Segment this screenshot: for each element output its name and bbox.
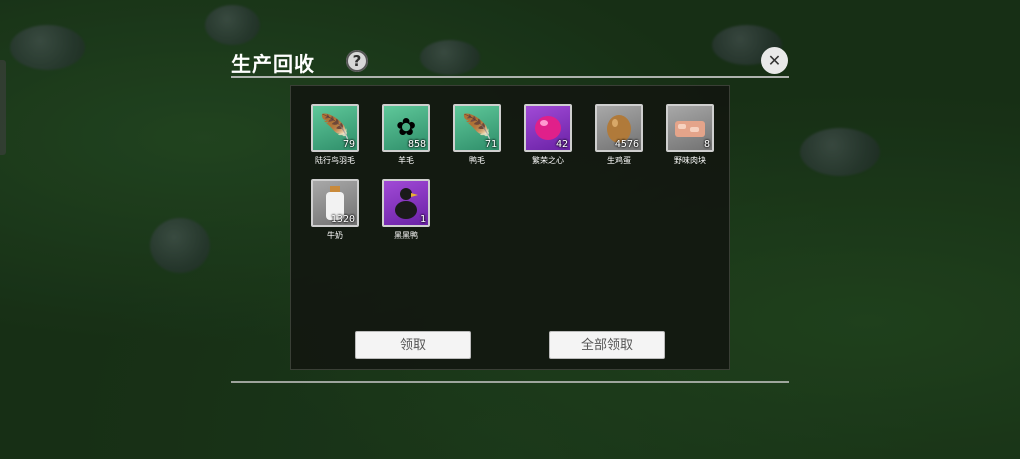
claim-all-button[interactable]: 全部领取 xyxy=(549,331,665,359)
item-slot[interactable]: 8 野味肉块 xyxy=(666,104,714,166)
footer-divider xyxy=(231,381,789,383)
item-slot[interactable]: 1320 牛奶 xyxy=(311,179,359,241)
item-quantity: 1 xyxy=(419,214,426,225)
item-quantity: 79 xyxy=(342,139,355,150)
item-slot[interactable]: 4576 生鸡蛋 xyxy=(595,104,643,166)
item-slot[interactable]: 1 黑黑鸭 xyxy=(382,179,430,241)
help-icon[interactable]: ? xyxy=(346,50,368,72)
item-slot[interactable]: ✿ 858 羊毛 xyxy=(382,104,430,166)
item-name: 黑黑鸭 xyxy=(394,231,418,240)
item-name: 鸭毛 xyxy=(469,156,485,165)
item-name: 羊毛 xyxy=(398,156,414,165)
item-name: 生鸡蛋 xyxy=(607,156,631,165)
item-quantity: 4576 xyxy=(614,139,639,150)
item-quantity: 71 xyxy=(484,139,497,150)
item-name: 陆行鸟羽毛 xyxy=(315,156,355,165)
side-tab[interactable] xyxy=(0,60,6,155)
item-name: 野味肉块 xyxy=(674,156,706,165)
item-quantity: 42 xyxy=(555,139,568,150)
recycle-panel: 🪶 79 陆行鸟羽毛 ✿ 858 羊毛 🪶 71 鸭毛 42 繁荣之心 4576… xyxy=(290,85,730,370)
item-quantity: 8 xyxy=(703,139,710,150)
header-divider xyxy=(231,76,789,78)
page-title: 生产回收 xyxy=(231,52,315,76)
item-quantity: 858 xyxy=(407,139,426,150)
close-icon[interactable]: ✕ xyxy=(761,47,788,74)
item-slot[interactable]: 🪶 71 鸭毛 xyxy=(453,104,501,166)
item-quantity: 1320 xyxy=(330,214,355,225)
item-name: 繁荣之心 xyxy=(532,156,564,165)
claim-button[interactable]: 领取 xyxy=(355,331,471,359)
item-slot[interactable]: 🪶 79 陆行鸟羽毛 xyxy=(311,104,359,166)
item-slot[interactable]: 42 繁荣之心 xyxy=(524,104,572,166)
item-name: 牛奶 xyxy=(327,231,343,240)
